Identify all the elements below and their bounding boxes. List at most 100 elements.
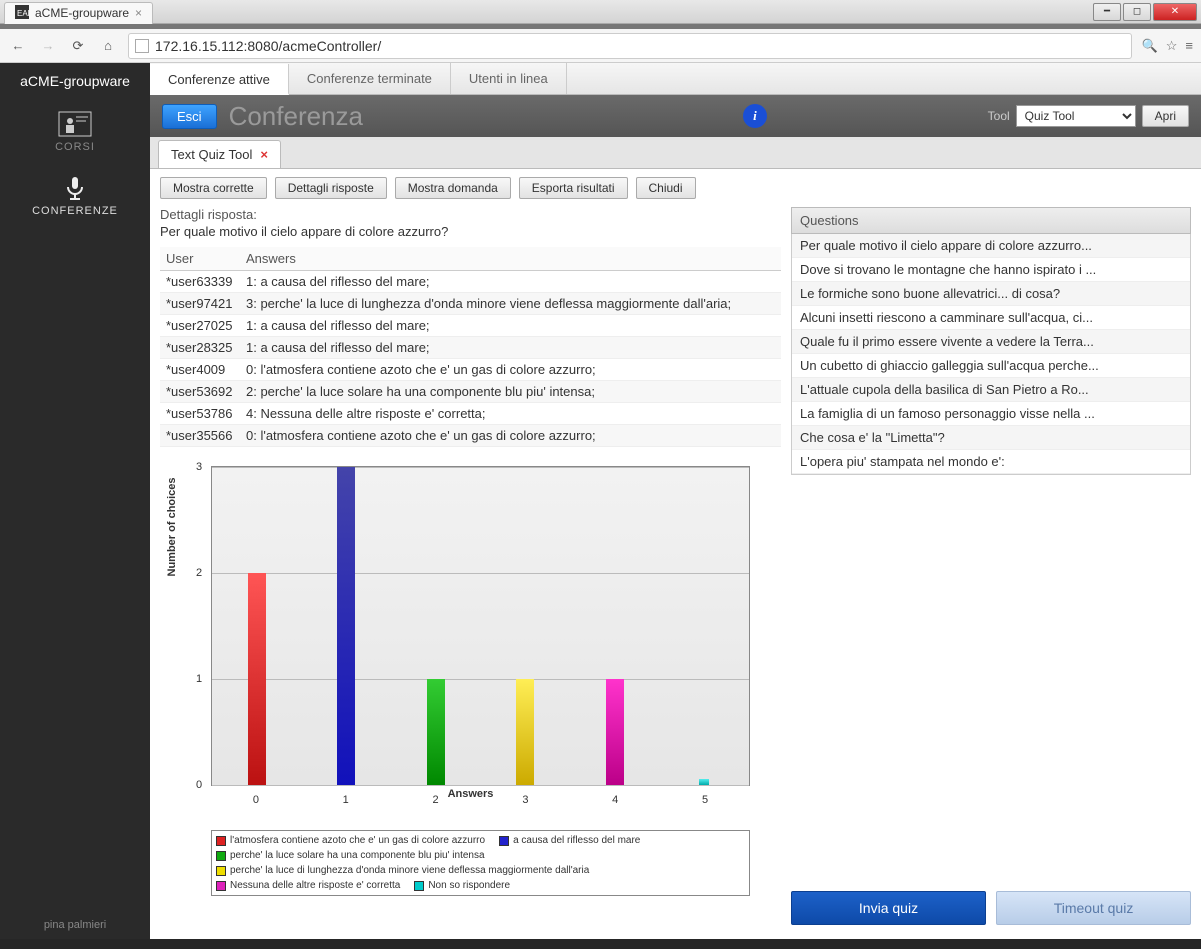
cell-answer: 4: Nessuna delle altre risposte e' corre… [240, 403, 781, 425]
questions-header: Questions [791, 207, 1191, 234]
top-tabs: Conferenze attive Conferenze terminate U… [150, 63, 1201, 95]
table-row[interactable]: *user270251: a causa del riflesso del ma… [160, 315, 781, 337]
chart: Number of choices 0123 012345 Answers l'… [160, 457, 781, 903]
detail-question: Per quale motivo il cielo appare di colo… [160, 224, 781, 239]
page-title: Conferenza [229, 101, 363, 132]
x-tick: 1 [301, 794, 391, 814]
cell-answer: 0: l'atmosfera contiene azoto che e' un … [240, 425, 781, 447]
table-row[interactable]: *user537864: Nessuna delle altre rispost… [160, 403, 781, 425]
exit-button[interactable]: Esci [162, 104, 217, 129]
url-text: 172.16.15.112:8080/acmeController/ [155, 38, 381, 54]
tool-select[interactable]: Quiz Tool [1016, 105, 1136, 127]
col-user: User [160, 247, 240, 271]
chiudi-button[interactable]: Chiudi [636, 177, 696, 199]
tab-close-icon[interactable]: × [135, 6, 142, 20]
legend-item: perche' la luce di lunghezza d'onda mino… [216, 865, 589, 876]
address-bar[interactable]: 172.16.15.112:8080/acmeController/ [128, 33, 1132, 59]
question-item[interactable]: Per quale motivo il cielo appare di colo… [792, 234, 1190, 258]
info-icon[interactable]: i [743, 104, 767, 128]
cell-answer: 1: a causa del riflesso del mare; [240, 271, 781, 293]
cell-user: *user4009 [160, 359, 240, 381]
question-item[interactable]: Alcuni insetti riescono a camminare sull… [792, 306, 1190, 330]
cell-user: *user27025 [160, 315, 240, 337]
sidebar-item-corsi[interactable]: CORSI [0, 103, 150, 167]
browser-tab[interactable]: EAF aCME-groupware × [4, 2, 153, 24]
tab-conferenze-terminate[interactable]: Conferenze terminate [289, 63, 451, 94]
conference-header: Esci Conferenza i Tool Quiz Tool Apri [150, 95, 1201, 137]
chart-bar [516, 679, 534, 785]
esporta-risultati-button[interactable]: Esporta risultati [519, 177, 628, 199]
chart-bar [606, 679, 624, 785]
table-row[interactable]: *user40090: l'atmosfera contiene azoto c… [160, 359, 781, 381]
chart-bar [337, 467, 355, 785]
x-tick: 5 [660, 794, 750, 814]
sidebar-item-label: CORSI [55, 141, 95, 153]
table-row[interactable]: *user633391: a causa del riflesso del ma… [160, 271, 781, 293]
cell-user: *user53786 [160, 403, 240, 425]
menu-icon[interactable]: ≡ [1185, 38, 1193, 53]
x-tick: 0 [211, 794, 301, 814]
window-maximize-button[interactable]: ◻ [1123, 3, 1151, 21]
mostra-domanda-button[interactable]: Mostra domanda [395, 177, 511, 199]
inner-tab-quiz[interactable]: Text Quiz Tool × [158, 140, 281, 168]
inner-tab-close-icon[interactable]: × [260, 147, 268, 162]
nav-reload-icon[interactable]: ⟳ [68, 36, 88, 56]
search-icon[interactable]: 🔍 [1142, 38, 1158, 54]
window-titlebar: EAF aCME-groupware × ━ ◻ ✕ [0, 0, 1201, 24]
svg-text:EAF: EAF [17, 9, 29, 18]
answers-table: User Answers *user633391: a causa del ri… [160, 247, 781, 447]
y-tick: 0 [196, 779, 202, 791]
window-minimize-button[interactable]: ━ [1093, 3, 1121, 21]
y-tick: 2 [196, 567, 202, 579]
cell-answer: 3: perche' la luce di lunghezza d'onda m… [240, 293, 781, 315]
sidebar-username: pina palmieri [36, 911, 114, 939]
sidebar-item-conferenze[interactable]: CONFERENZE [0, 167, 150, 231]
table-row[interactable]: *user283251: a causa del riflesso del ma… [160, 337, 781, 359]
detail-title: Dettagli risposta: [160, 207, 781, 222]
open-button[interactable]: Apri [1142, 105, 1189, 127]
tab-utenti-in-linea[interactable]: Utenti in linea [451, 63, 567, 94]
window-close-button[interactable]: ✕ [1153, 3, 1197, 21]
cell-answer: 1: a causa del riflesso del mare; [240, 315, 781, 337]
sidebar: aCME-groupware CORSI CONFERENZE pina pal… [0, 63, 150, 939]
question-item[interactable]: Dove si trovano le montagne che hanno is… [792, 258, 1190, 282]
tab-conferenze-attive[interactable]: Conferenze attive [150, 64, 289, 95]
mostra-corrette-button[interactable]: Mostra corrette [160, 177, 267, 199]
legend-item: Non so rispondere [414, 880, 510, 891]
cell-user: *user53692 [160, 381, 240, 403]
invia-quiz-button[interactable]: Invia quiz [791, 891, 986, 925]
timeout-quiz-button[interactable]: Timeout quiz [996, 891, 1191, 925]
microphone-icon [58, 175, 92, 201]
cell-answer: 0: l'atmosfera contiene azoto che e' un … [240, 359, 781, 381]
browser-toolbar: ← → ⟳ ⌂ 172.16.15.112:8080/acmeControlle… [0, 29, 1201, 63]
question-item[interactable]: Le formiche sono buone allevatrici... di… [792, 282, 1190, 306]
nav-forward-icon[interactable]: → [38, 36, 58, 56]
table-row[interactable]: *user355660: l'atmosfera contiene azoto … [160, 425, 781, 447]
y-tick: 3 [196, 461, 202, 473]
nav-back-icon[interactable]: ← [8, 36, 28, 56]
question-item[interactable]: Un cubetto di ghiaccio galleggia sull'ac… [792, 354, 1190, 378]
bookmark-icon[interactable]: ☆ [1166, 38, 1178, 54]
table-row[interactable]: *user536922: perche' la luce solare ha u… [160, 381, 781, 403]
cell-user: *user35566 [160, 425, 240, 447]
x-tick: 2 [391, 794, 481, 814]
question-item[interactable]: Che cosa e' la "Limetta"? [792, 426, 1190, 450]
col-answers: Answers [240, 247, 781, 271]
question-item[interactable]: L'opera piu' stampata nel mondo e': [792, 450, 1190, 474]
chart-bar [699, 779, 709, 785]
chart-legend: l'atmosfera contiene azoto che e' un gas… [211, 830, 750, 896]
nav-home-icon[interactable]: ⌂ [98, 36, 118, 56]
table-row[interactable]: *user974213: perche' la luce di lunghezz… [160, 293, 781, 315]
question-item[interactable]: La famiglia di un famoso personaggio vis… [792, 402, 1190, 426]
question-item[interactable]: Quale fu il primo essere vivente a veder… [792, 330, 1190, 354]
cell-user: *user28325 [160, 337, 240, 359]
tab-favicon: EAF [15, 5, 29, 22]
inner-tab-label: Text Quiz Tool [171, 147, 252, 162]
cell-user: *user63339 [160, 271, 240, 293]
question-item[interactable]: L'attuale cupola della basilica di San P… [792, 378, 1190, 402]
legend-item: a causa del riflesso del mare [499, 835, 640, 846]
legend-item: l'atmosfera contiene azoto che e' un gas… [216, 835, 485, 846]
dettagli-risposte-button[interactable]: Dettagli risposte [275, 177, 387, 199]
y-tick: 1 [196, 673, 202, 685]
x-tick: 4 [570, 794, 660, 814]
